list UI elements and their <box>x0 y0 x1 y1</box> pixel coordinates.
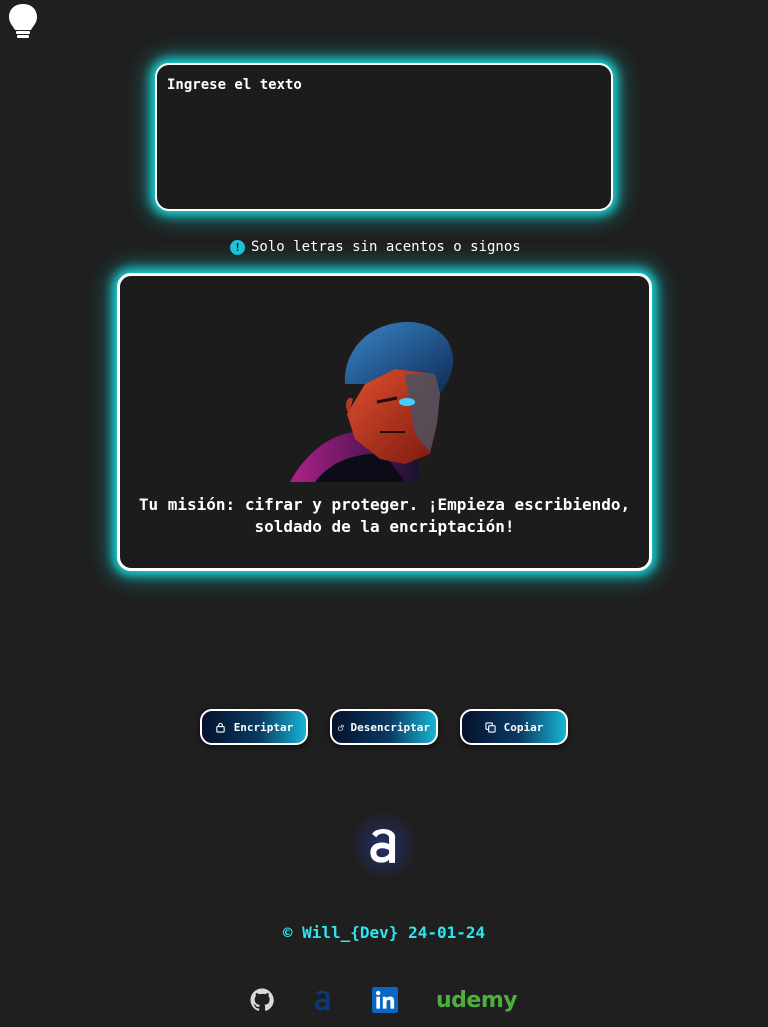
page: ! Solo letras sin acentos o signos <box>0 0 768 1027</box>
text-input[interactable] <box>157 65 611 209</box>
output-panel: Tu misión: cifrar y proteger. ¡Empieza e… <box>117 273 652 571</box>
info-icon: ! <box>230 239 245 255</box>
text-input-container <box>155 63 613 211</box>
input-hint: ! Solo letras sin acentos o signos <box>230 237 521 257</box>
mission-message: Tu misión: cifrar y proteger. ¡Empieza e… <box>138 495 631 536</box>
terminator-avatar <box>290 321 454 482</box>
copy-label: Copiar <box>503 720 544 734</box>
github-icon <box>250 988 274 1011</box>
lightbulb-icon[interactable] <box>6 2 40 42</box>
decrypt-button[interactable]: Desencriptar <box>330 709 438 745</box>
copyright-text: © Will_{Dev} 24-01-24 <box>282 923 486 942</box>
decrypt-label: Desencriptar <box>350 720 430 734</box>
alura-icon <box>315 990 330 1011</box>
unlock-icon <box>338 724 344 731</box>
alura-a-icon <box>370 829 396 863</box>
alura-link[interactable] <box>313 984 335 1016</box>
udemy-link[interactable]: udemy <box>436 984 520 1016</box>
udemy-logo: udemy <box>436 987 518 1013</box>
encrypt-button[interactable]: Encriptar <box>200 709 308 745</box>
linkedin-icon <box>372 987 398 1013</box>
linkedin-link[interactable] <box>372 984 398 1016</box>
hint-text: Solo letras sin acentos o signos <box>251 239 521 255</box>
lock-icon <box>215 722 225 733</box>
github-link[interactable] <box>250 984 276 1016</box>
copy-icon <box>484 721 496 733</box>
encrypt-label: Encriptar <box>233 720 294 734</box>
copy-button[interactable]: Copiar <box>460 709 568 745</box>
alura-logo <box>349 810 419 880</box>
